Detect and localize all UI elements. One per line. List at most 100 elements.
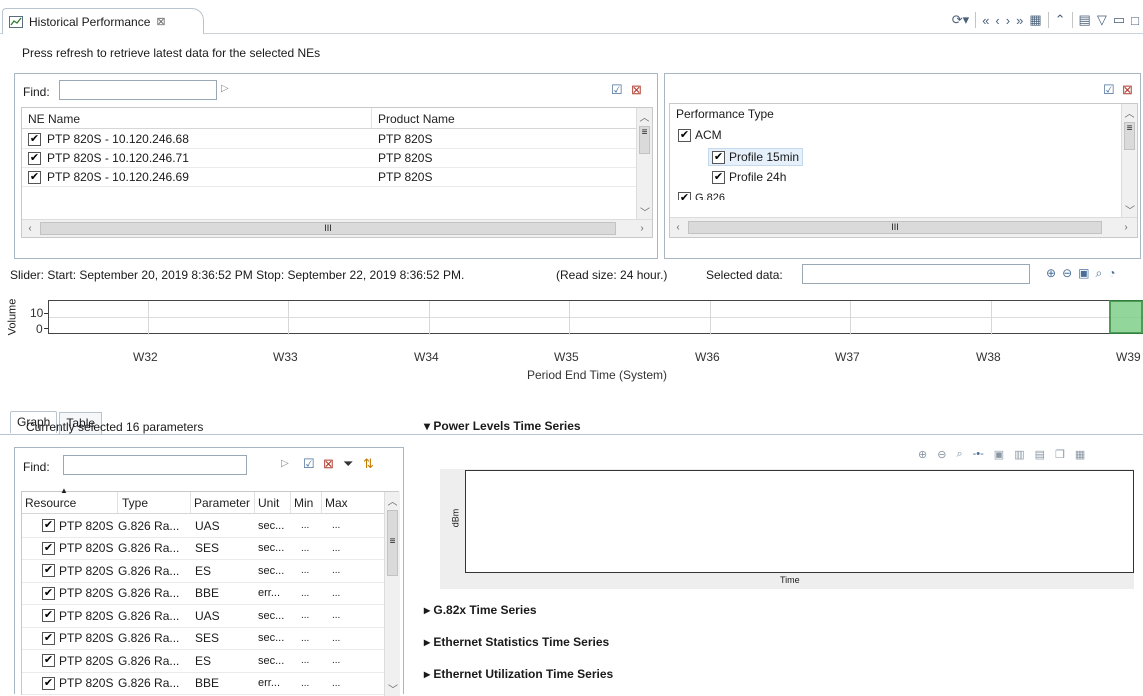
column-min[interactable]: Min [291, 492, 322, 513]
column-resource[interactable]: Resource ▲ [22, 486, 118, 513]
column-max[interactable]: Max [322, 492, 384, 513]
checkbox[interactable]: ✔ [42, 654, 55, 668]
zoom-out-icon[interactable]: ⊖ [937, 448, 946, 461]
column-ne-name[interactable]: NE Name [22, 108, 372, 128]
table-row[interactable]: ✔ PTP 820S - 10.120.246.68 PTP 820S [22, 130, 636, 149]
area-chart-icon[interactable]: ▣ [994, 448, 1004, 461]
scroll-down-icon[interactable]: ﹀ [637, 203, 653, 219]
filter-icon[interactable]: ⏷ [343, 456, 353, 472]
line-marker-icon[interactable]: -•- [973, 448, 984, 461]
calendar-icon[interactable]: ▦ [1029, 12, 1041, 28]
checkbox[interactable]: ✔ [712, 150, 725, 164]
uncheck-all-icon[interactable]: ⊠ [631, 82, 642, 98]
play-icon[interactable]: ▷ [281, 458, 289, 469]
last-icon[interactable]: » [1016, 13, 1023, 28]
check-all-icon[interactable]: ☑ [303, 456, 315, 472]
table-row[interactable]: ✔ PTP 820S G.826 Ra... UAS sec......... [22, 605, 384, 628]
vertical-scrollbar[interactable]: ︿ ≡ ﹀ [384, 492, 400, 696]
section-ethernet-utilization[interactable]: ▸ Ethernet Utilization Time Series [424, 667, 613, 681]
checkbox[interactable]: ✔ [42, 541, 55, 555]
scroll-down-icon[interactable]: ﹀ [1122, 201, 1138, 217]
line-chart-icon[interactable]: ▤ [1035, 448, 1045, 461]
section-g82x[interactable]: ▸ G.82x Time Series [424, 603, 537, 617]
table-row[interactable]: ✔ PTP 820S - 10.120.246.71 PTP 820S [22, 149, 636, 168]
uncheck-all-icon[interactable]: ⊠ [1122, 82, 1133, 98]
tree-item-profile-24h[interactable]: ✔ Profile 24h [712, 170, 786, 184]
checkbox[interactable]: ✔ [42, 564, 55, 578]
table-row[interactable]: ✔ PTP 820S G.826 Ra... SES sec......... [22, 538, 384, 560]
tree-item-g826[interactable]: ✔ G.826 [678, 192, 725, 200]
checkbox[interactable]: ✔ [42, 676, 55, 690]
power-plot-area[interactable] [465, 470, 1134, 573]
ne-find-input[interactable] [59, 80, 217, 100]
clock-icon[interactable]: ◔ [1108, 266, 1115, 281]
checkbox[interactable]: ✔ [712, 170, 725, 184]
bar-chart-icon[interactable]: ▥ [1014, 448, 1024, 461]
parameter-find-input[interactable] [63, 455, 247, 475]
checkbox[interactable]: ✔ [28, 170, 41, 184]
view-menu-icon[interactable]: ▽ [1097, 12, 1107, 28]
historical-performance-tab[interactable]: Historical Performance ⊠ [2, 8, 204, 34]
scroll-up-icon[interactable]: ︿ [1122, 104, 1137, 120]
checkbox[interactable]: ✔ [678, 192, 691, 200]
scroll-thumb[interactable]: ≡ [387, 510, 398, 576]
fit-icon[interactable]: ▣ [1078, 266, 1089, 281]
table-row[interactable]: ✔ PTP 820S G.826 Ra... SES sec......... [22, 628, 384, 650]
first-icon[interactable]: « [982, 13, 989, 28]
export-icon[interactable]: ▦ [1075, 448, 1085, 461]
check-all-icon[interactable]: ☑ [611, 82, 623, 98]
table-row[interactable]: ✔ PTP 820S - 10.120.246.69 PTP 820S [22, 168, 636, 187]
column-unit[interactable]: Unit [255, 492, 291, 513]
zoom-reset-icon[interactable]: ⌕ [1095, 266, 1102, 281]
selected-data-field[interactable] [802, 264, 1030, 284]
refresh-icon[interactable]: ⟳▾ [952, 12, 969, 28]
tree-item-profile-15min[interactable]: ✔ Profile 15min [708, 148, 804, 166]
scroll-right-icon[interactable]: › [634, 220, 650, 237]
column-product-name[interactable]: Product Name [372, 108, 636, 128]
minimize-icon[interactable]: ▭ [1113, 12, 1125, 28]
section-ethernet-statistics[interactable]: ▸ Ethernet Statistics Time Series [424, 635, 609, 649]
scroll-up-icon[interactable]: ︿ [385, 492, 400, 508]
scroll-thumb[interactable]: III [40, 222, 616, 235]
table-row[interactable]: ✔ PTP 820S G.826 Ra... BBE err......... [22, 583, 384, 605]
table-row[interactable]: ✔ PTP 820S G.826 Ra... BBE err......... [22, 673, 384, 695]
save-icon[interactable]: ▤ [1079, 12, 1091, 28]
tree-item-acm[interactable]: ✔ ACM [678, 128, 722, 142]
prev-icon[interactable]: ‹ [995, 13, 999, 28]
scroll-left-icon[interactable]: ‹ [670, 219, 686, 236]
scroll-thumb[interactable]: ≡ [1124, 122, 1135, 150]
checkbox[interactable]: ✔ [28, 132, 41, 146]
zoom-in-icon[interactable]: ⊕ [1046, 266, 1056, 281]
checkbox[interactable]: ✔ [42, 609, 55, 623]
checkbox[interactable]: ✔ [42, 519, 55, 533]
table-row[interactable]: ✔ PTP 820S G.826 Ra... ES sec......... [22, 650, 384, 673]
uncheck-all-icon[interactable]: ⊠ [323, 456, 334, 472]
zoom-reset-icon[interactable]: ⌕ [956, 448, 962, 461]
table-row[interactable]: ✔ PTP 820S G.826 Ra... ES sec......... [22, 560, 384, 583]
section-power-levels[interactable]: ▾ Power Levels Time Series [424, 419, 581, 433]
play-icon[interactable]: ▷ [221, 83, 229, 94]
horizontal-scrollbar[interactable]: ‹ III › [22, 219, 652, 237]
sort-icon[interactable]: ⇅ [363, 456, 374, 472]
scroll-thumb[interactable]: ≡ [639, 126, 650, 154]
zoom-in-icon[interactable]: ⊕ [918, 448, 927, 461]
checkbox[interactable]: ✔ [42, 586, 55, 600]
vertical-scrollbar[interactable]: ︿ ≡ ﹀ [636, 108, 652, 219]
table-row[interactable]: ✔ PTP 820S G.826 Ra... UAS sec......... [22, 515, 384, 538]
horizontal-scrollbar[interactable]: ‹ III › [670, 217, 1137, 237]
zoom-out-icon[interactable]: ⊖ [1062, 266, 1072, 281]
column-type[interactable]: Type [118, 492, 191, 513]
next-icon[interactable]: › [1006, 13, 1010, 28]
vertical-scrollbar[interactable]: ︿ ≡ ﹀ [1121, 104, 1137, 217]
scroll-right-icon[interactable]: › [1118, 219, 1134, 236]
maximize-icon[interactable]: □ [1131, 13, 1139, 28]
overview-plot-area[interactable] [48, 300, 1143, 335]
checkbox[interactable]: ✔ [42, 631, 55, 645]
scroll-left-icon[interactable]: ‹ [22, 220, 38, 237]
selection-window[interactable] [1109, 300, 1143, 334]
copy-icon[interactable]: ❐ [1055, 448, 1065, 461]
checkbox[interactable]: ✔ [28, 151, 41, 165]
check-all-icon[interactable]: ☑ [1103, 82, 1115, 98]
column-parameter[interactable]: Parameter [191, 492, 255, 513]
scroll-thumb[interactable]: III [688, 221, 1102, 234]
